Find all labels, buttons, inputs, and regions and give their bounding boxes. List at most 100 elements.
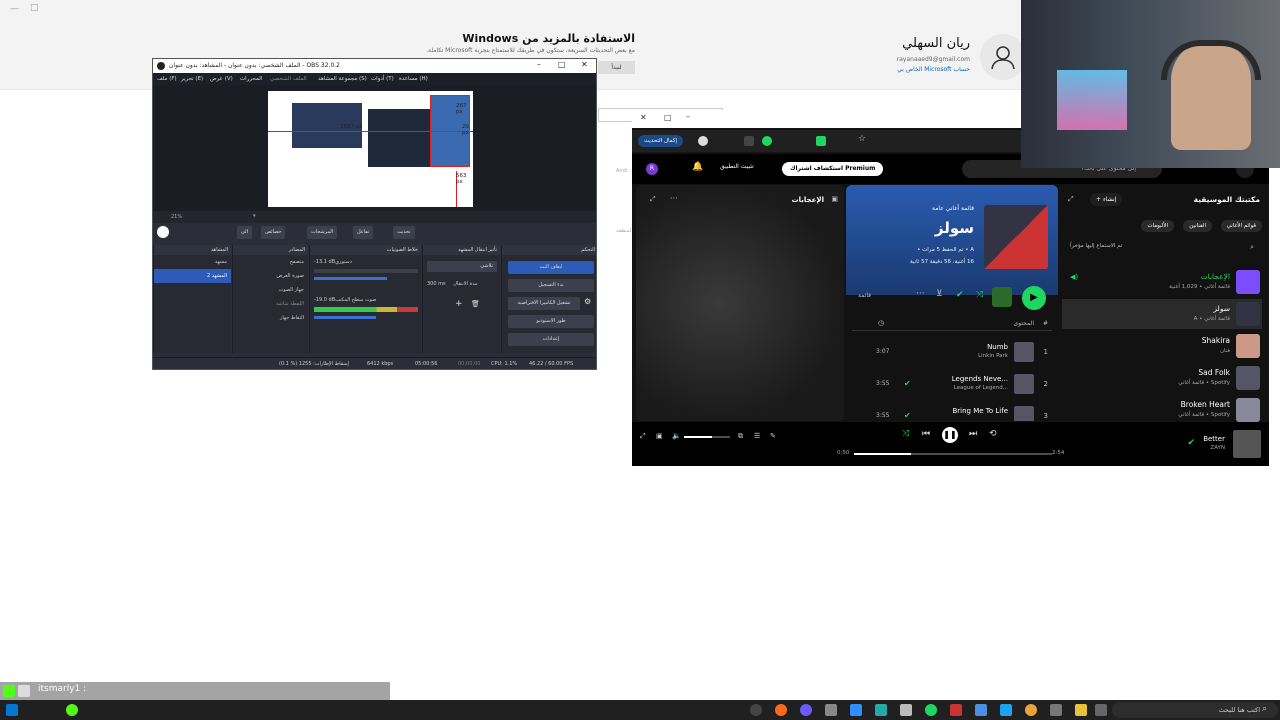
obs-canvas[interactable]: 1587 px 267 px 29 px 563 px [268,91,473,207]
obs-preview[interactable]: 1587 px 267 px 29 px 563 px [153,85,596,211]
shuffle-icon[interactable]: ⤨ [976,290,983,300]
maximize-icon[interactable]: □ [30,3,39,13]
start-recording-button[interactable]: بدء التسجيل [508,279,594,292]
extension-icon[interactable] [744,136,754,146]
update-button[interactable]: إكمال التحديث [638,135,683,147]
check-circle-icon[interactable]: ✔ [904,379,911,388]
obs-icon[interactable] [750,704,762,716]
properties-button[interactable]: خصائص [261,226,286,239]
queue-icon[interactable]: ☰ [754,432,760,440]
previous-icon[interactable]: ⏮ [922,429,930,439]
volume-slider[interactable] [314,316,377,319]
trash-icon[interactable]: 🗑 [471,300,480,308]
refresh-button[interactable]: تحديث [393,226,415,239]
library-item[interactable]: Shakira فنان [1062,331,1262,361]
stop-streaming-button[interactable]: ايقاف البث [508,261,594,274]
settings-button[interactable]: إعدادات [508,333,594,346]
folder-icon[interactable] [1075,704,1087,716]
pause-icon[interactable]: ❚❚ [942,427,958,443]
task-view-icon[interactable] [1095,704,1107,716]
source-name-button[interactable]: الي [237,226,253,239]
connect-device-icon[interactable]: ⧉ [738,432,743,441]
app-icon[interactable] [800,704,812,716]
progress-bar[interactable] [854,453,1052,455]
menu-profile[interactable]: الملف الشخصي [270,76,307,82]
source-item[interactable]: متصفح [233,255,308,269]
miniplayer-icon[interactable]: ▣ [656,432,663,440]
search-icon[interactable]: ⌕ [1250,243,1254,252]
filter-albums[interactable]: الألبومات [1141,220,1174,232]
more-icon[interactable]: ··· [670,194,678,203]
duration-value[interactable]: 300 ms [427,281,446,287]
library-item[interactable]: Broken Heart Spotify • قائمة أغاني [1062,395,1262,425]
firefox-icon[interactable] [775,704,787,716]
gear-icon[interactable]: ⚙ [584,297,591,306]
download-icon[interactable]: ⊻ [936,289,943,299]
menu-help[interactable]: مساعدة (H) [399,76,428,82]
repeat-icon[interactable]: ⟲ [989,429,997,439]
expand-icon[interactable]: ⤢ [650,195,656,204]
maximize-icon[interactable]: □ [558,60,566,69]
minimize-icon[interactable]: — [10,4,19,14]
menu-tools[interactable]: أدوات (T) [371,76,394,82]
windows-icon[interactable] [6,704,18,716]
scene-item[interactable]: مشهد [154,255,231,269]
edge-icon[interactable] [1000,704,1012,716]
taskbar-search[interactable]: اكتب هنا للبحث [1112,702,1278,718]
bell-icon[interactable]: 🔔 [692,162,703,172]
volume-icon[interactable]: 🔈 [672,432,681,440]
track-row[interactable]: 3 Bring Me To Life ✔ 3:55 [846,404,1058,421]
minimize-icon[interactable]: – [686,112,690,121]
install-app-link[interactable]: تثبيت التطبيق [720,163,754,170]
menu-scene-collection[interactable]: مجموعة المشاهد (S) [318,76,367,82]
fullscreen-icon[interactable]: ⤢ [640,432,646,441]
source-item[interactable]: جهاز الصوت [233,283,308,297]
play-icon[interactable]: ▶ [1022,286,1046,310]
now-playing-title[interactable]: Better [1203,435,1225,443]
filter-artists[interactable]: الفنانين [1183,220,1212,232]
check-circle-icon[interactable]: ✔ [956,290,964,300]
file-icon[interactable] [825,704,837,716]
sort-button[interactable]: تم الاستماع إليها مؤخراً [1070,243,1122,249]
studio-mode-button[interactable]: طور الاستوديو [508,315,594,328]
app-icon[interactable] [66,704,78,716]
virtual-camera-button[interactable]: تشغيل الكاميرا الافتراضية [508,297,580,310]
more-icon[interactable]: ··· [916,289,925,299]
check-circle-icon[interactable]: ✔ [904,411,911,420]
menu-view[interactable]: عرض (V) [210,76,233,82]
library-item[interactable]: Sad Folk Spotify • قائمة أغاني [1062,363,1262,393]
filter-playlists[interactable]: قوائم الأغاني [1220,220,1262,232]
extension-icon[interactable] [816,136,826,146]
spotify-icon[interactable] [925,704,937,716]
list-view-button[interactable]: قائمة [858,292,871,299]
create-button[interactable]: + إنشاء [1090,193,1123,206]
source-item[interactable]: صورة العرض [233,269,308,283]
next-icon[interactable]: ⏭ [969,429,977,439]
gear-icon[interactable] [900,704,912,716]
library-item[interactable]: الإعجابات قائمة أغاني • 1,029 أغنية [1062,267,1262,297]
source-item[interactable]: التقاط جهاز [233,311,308,325]
chevron-down-icon[interactable]: ▾ [253,213,256,219]
profile-icon[interactable] [698,136,708,146]
info-icon[interactable] [157,226,169,238]
app-icon[interactable] [975,704,987,716]
store-icon[interactable] [1050,704,1062,716]
volume-slider[interactable] [314,277,387,280]
star-icon[interactable]: ☆ [858,134,866,144]
premium-button[interactable]: استكشاف اشتراك Premium [782,162,884,176]
transition-select[interactable]: تلاشي [427,261,497,272]
scene-item-selected[interactable]: المشهد 2 [154,269,231,283]
extension-icon[interactable] [762,136,772,146]
maximize-icon[interactable]: □ [664,113,672,122]
track-row[interactable]: 1 Numb Linkin Park 3:07 [846,340,1058,368]
menu-file[interactable]: ملف (F) [157,76,177,82]
volume-slider[interactable] [684,436,730,438]
menu-docks[interactable]: المحررات [240,76,262,82]
interact-button[interactable]: تفاعل [353,226,374,239]
app-icon[interactable] [850,704,862,716]
chrome-icon[interactable] [1025,704,1037,716]
now-playing-artist[interactable]: ZAYN [1210,445,1225,451]
filters-button[interactable]: المرشحات [307,226,338,239]
app-icon[interactable] [875,704,887,716]
source-item[interactable]: اللقطة شاشة [233,297,308,311]
